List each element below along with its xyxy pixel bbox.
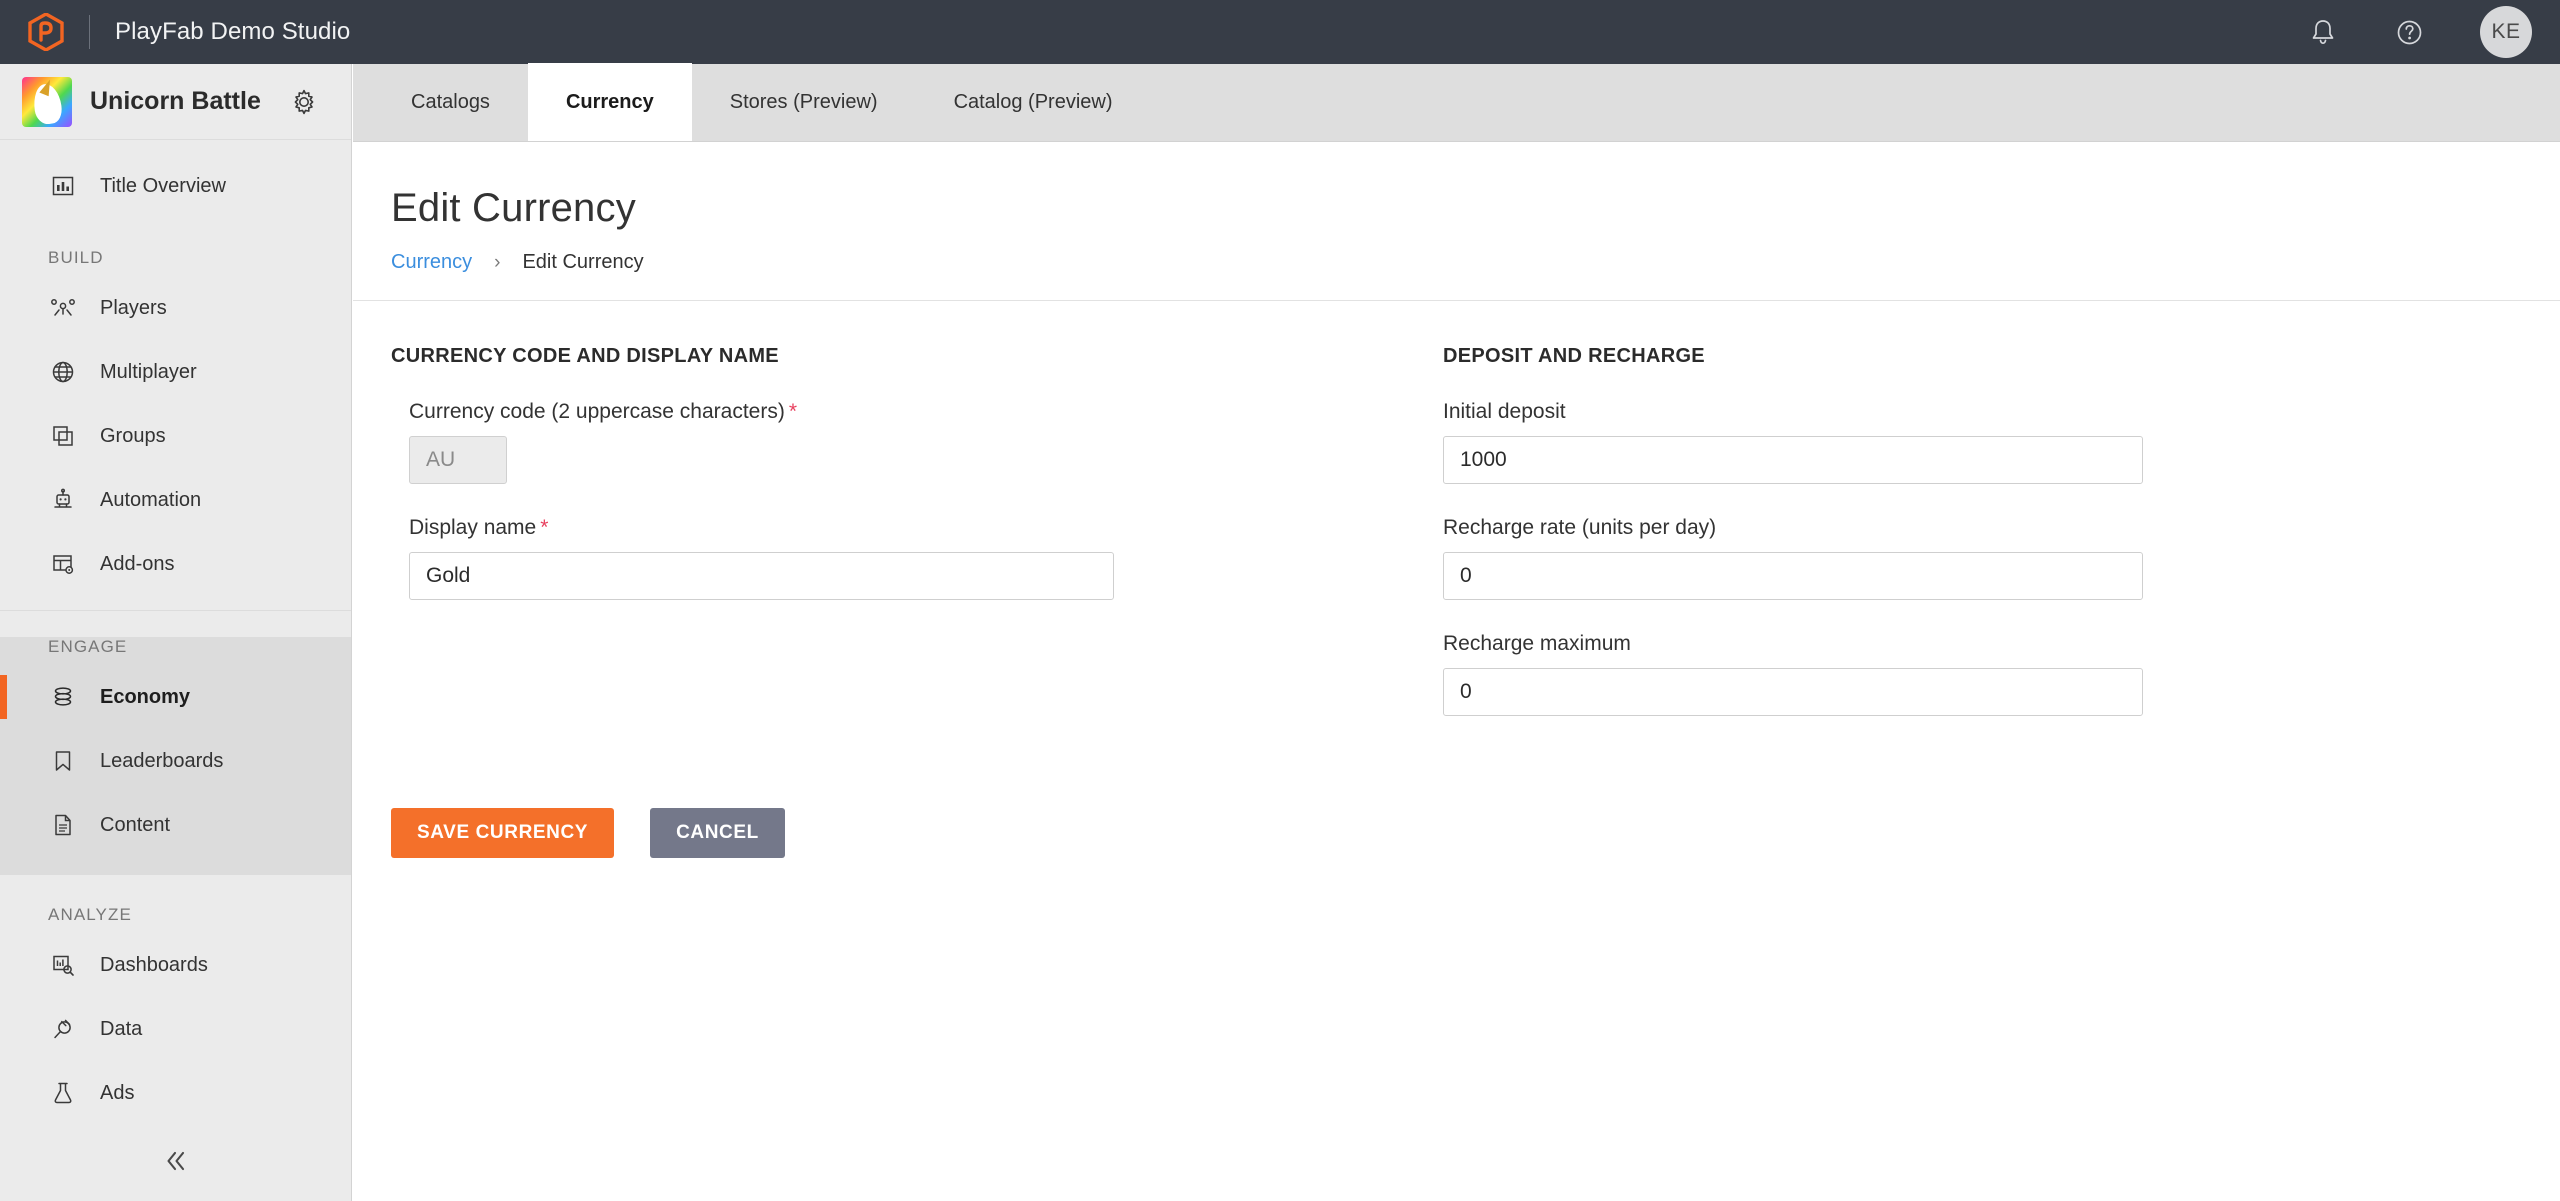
players-icon bbox=[48, 296, 78, 320]
page-title: Edit Currency bbox=[391, 186, 636, 230]
currency-form: CURRENCY CODE AND DISPLAY NAME Currency … bbox=[353, 301, 2560, 716]
sidebar-item-multiplayer[interactable]: Multiplayer bbox=[0, 340, 351, 404]
sidebar-item-label: Dashboards bbox=[100, 953, 208, 976]
main-content: Catalogs Currency Stores (Preview) Catal… bbox=[353, 63, 2560, 1201]
sidebar-item-label: Title Overview bbox=[100, 174, 226, 197]
top-header-bar: PlayFab Demo Studio KE bbox=[0, 0, 2560, 64]
sidebar-item-players[interactable]: Players bbox=[0, 276, 351, 340]
question-circle-icon[interactable] bbox=[2394, 17, 2424, 47]
section-title-deposit-recharge: DEPOSIT AND RECHARGE bbox=[1443, 345, 1705, 367]
bell-icon[interactable] bbox=[2308, 17, 2338, 47]
tab-catalogs[interactable]: Catalogs bbox=[373, 63, 528, 141]
form-column-left: CURRENCY CODE AND DISPLAY NAME Currency … bbox=[353, 345, 1443, 716]
field-label-recharge-rate: Recharge rate (units per day) bbox=[1443, 516, 1717, 539]
sidebar-item-label: Players bbox=[100, 296, 167, 319]
display-name-input[interactable]: Gold bbox=[409, 552, 1114, 600]
sidebar-item-data[interactable]: Data bbox=[0, 997, 351, 1061]
field-label-display-name: Display name * bbox=[391, 516, 1443, 540]
breadcrumb: Currency › Edit Currency bbox=[391, 251, 2560, 274]
avatar[interactable]: KE bbox=[2480, 6, 2532, 58]
sidebar-item-label: Automation bbox=[100, 488, 202, 511]
sidebar-item-label: Groups bbox=[100, 424, 166, 447]
sidebar-item-dashboards[interactable]: Dashboards bbox=[0, 933, 351, 997]
sidebar-collapse-button[interactable] bbox=[0, 1148, 352, 1179]
sidebar-section-build-label: BUILD bbox=[48, 248, 104, 267]
sidebar-navigation: Title Overview BUILD Players Multiplayer… bbox=[0, 140, 351, 596]
bar-chart-icon bbox=[48, 174, 78, 198]
title-selector[interactable]: Unicorn Battle bbox=[0, 64, 351, 140]
double-chevron-left-icon bbox=[161, 1148, 191, 1179]
sidebar-item-label: Content bbox=[100, 813, 171, 836]
tab-catalog-preview[interactable]: Catalog (Preview) bbox=[916, 63, 1151, 141]
playfab-hexagon-logo-icon[interactable] bbox=[27, 13, 65, 51]
sidebar-item-content[interactable]: Content bbox=[0, 793, 351, 857]
sidebar-section-analyze: ANALYZE Dashboards Data Ads bbox=[0, 905, 351, 1125]
field-recharge-rate: Recharge rate (units per day) 0 bbox=[1443, 516, 2243, 600]
form-column-right: DEPOSIT AND RECHARGE Initial deposit 100… bbox=[1443, 345, 2243, 716]
sidebar-item-label: Ads bbox=[100, 1081, 135, 1104]
unicorn-title-thumbnail-icon bbox=[22, 76, 72, 127]
recharge-maximum-input[interactable]: 0 bbox=[1443, 668, 2143, 716]
tab-bar: Catalogs Currency Stores (Preview) Catal… bbox=[353, 63, 2560, 142]
sidebar-section-engage-label: ENGAGE bbox=[48, 637, 128, 656]
sidebar: Unicorn Battle Title Overview BUILD Play… bbox=[0, 64, 352, 1201]
sidebar-item-leaderboards[interactable]: Leaderboards bbox=[0, 729, 351, 793]
sidebar-item-ads[interactable]: Ads bbox=[0, 1061, 351, 1125]
stacked-squares-icon bbox=[48, 424, 78, 448]
sidebar-item-add-ons[interactable]: Add-ons bbox=[0, 532, 351, 596]
currency-code-input[interactable]: AU bbox=[409, 436, 507, 484]
sidebar-divider bbox=[0, 610, 351, 611]
tab-stores-preview[interactable]: Stores (Preview) bbox=[692, 63, 916, 141]
dashboard-search-icon bbox=[48, 953, 78, 977]
required-marker: * bbox=[540, 516, 549, 539]
save-currency-button[interactable]: SAVE CURRENCY bbox=[391, 808, 615, 858]
cancel-button[interactable]: CANCEL bbox=[650, 808, 785, 858]
page-header: Edit Currency Currency › Edit Currency bbox=[353, 142, 2560, 274]
robot-icon bbox=[48, 488, 78, 512]
sidebar-item-groups[interactable]: Groups bbox=[0, 404, 351, 468]
title-name: Unicorn Battle bbox=[90, 87, 261, 115]
globe-icon bbox=[48, 360, 78, 384]
breadcrumb-link-currency[interactable]: Currency bbox=[391, 251, 472, 274]
table-gear-icon bbox=[48, 552, 78, 576]
sidebar-item-automation[interactable]: Automation bbox=[0, 468, 351, 532]
sidebar-item-label: Multiplayer bbox=[100, 360, 197, 383]
sidebar-section-engage: ENGAGE Economy Leaderboards Content bbox=[0, 637, 351, 875]
field-initial-deposit: Initial deposit 1000 bbox=[1443, 400, 2243, 484]
field-display-name: Display name * Gold bbox=[391, 516, 1443, 600]
product-title: PlayFab Demo Studio bbox=[115, 18, 351, 45]
section-title-currency-code: CURRENCY CODE AND DISPLAY NAME bbox=[391, 345, 779, 367]
field-label-recharge-maximum: Recharge maximum bbox=[1443, 632, 1631, 655]
label-text: Display name bbox=[409, 516, 537, 539]
document-icon bbox=[48, 813, 78, 837]
required-marker: * bbox=[788, 400, 798, 423]
recharge-rate-input[interactable]: 0 bbox=[1443, 552, 2143, 600]
sidebar-item-label: Leaderboards bbox=[100, 749, 224, 772]
field-recharge-maximum: Recharge maximum 0 bbox=[1443, 632, 2243, 716]
sidebar-item-label: Add-ons bbox=[100, 552, 175, 575]
sidebar-section-analyze-label: ANALYZE bbox=[48, 905, 132, 924]
field-label-currency-code: Currency code (2 uppercase characters) * bbox=[391, 400, 1443, 424]
field-currency-code: Currency code (2 uppercase characters) * … bbox=[391, 400, 1443, 484]
header-actions: KE bbox=[2308, 6, 2532, 58]
breadcrumb-separator-icon: › bbox=[494, 251, 501, 273]
bookmark-icon bbox=[48, 749, 78, 773]
tab-currency[interactable]: Currency bbox=[527, 63, 692, 141]
sidebar-item-label: Economy bbox=[100, 685, 191, 708]
initial-deposit-input[interactable]: 1000 bbox=[1443, 436, 2143, 484]
breadcrumb-current: Edit Currency bbox=[522, 251, 644, 273]
gear-icon[interactable] bbox=[291, 89, 317, 115]
plug-icon bbox=[48, 1017, 78, 1041]
coins-stack-icon bbox=[48, 685, 78, 709]
sidebar-item-economy[interactable]: Economy bbox=[0, 665, 351, 729]
label-text: Currency code (2 uppercase characters) bbox=[409, 400, 785, 423]
sidebar-item-title-overview[interactable]: Title Overview bbox=[0, 154, 351, 218]
form-actions: SAVE CURRENCY CANCEL bbox=[353, 716, 2560, 858]
sidebar-item-label: Data bbox=[100, 1017, 143, 1040]
flask-icon bbox=[48, 1081, 78, 1105]
header-divider bbox=[89, 15, 90, 49]
field-label-initial-deposit: Initial deposit bbox=[1443, 400, 1566, 423]
